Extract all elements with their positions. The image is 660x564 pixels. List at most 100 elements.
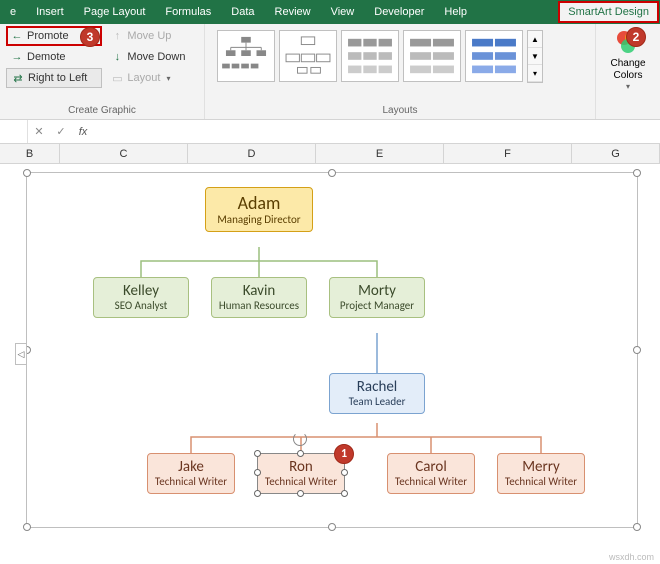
- layouts-group-label: Layouts: [211, 103, 589, 119]
- tab-formulas[interactable]: Formulas: [155, 0, 221, 24]
- resize-handle[interactable]: [633, 346, 641, 354]
- shape-handle[interactable]: [254, 469, 261, 476]
- right-to-left-button[interactable]: ⇄ Right to Left: [6, 68, 102, 88]
- tab-help[interactable]: Help: [434, 0, 477, 24]
- tab-insert[interactable]: Insert: [26, 0, 74, 24]
- rtl-icon: ⇄: [12, 72, 24, 85]
- layout-gallery-scroll[interactable]: ▲ ▼ ▾: [527, 30, 543, 83]
- org-node-merry[interactable]: Merry Technical Writer: [497, 453, 585, 494]
- layout-button: ▭ Layout: [106, 68, 198, 88]
- tab-developer[interactable]: Developer: [364, 0, 434, 24]
- node-name: Rachel: [336, 378, 418, 396]
- resize-handle[interactable]: [23, 169, 31, 177]
- org-node-adam[interactable]: Adam Managing Director: [205, 187, 313, 232]
- node-name: Ron: [264, 458, 338, 476]
- insert-function-button[interactable]: fx: [72, 120, 94, 143]
- tab-page-layout[interactable]: Page Layout: [74, 0, 156, 24]
- callout-badge-1: 1: [334, 444, 354, 464]
- org-node-rachel[interactable]: Rachel Team Leader: [329, 373, 425, 414]
- rtl-label: Right to Left: [28, 72, 87, 84]
- gallery-more-icon[interactable]: ▾: [528, 65, 542, 82]
- shape-handle[interactable]: [254, 490, 261, 497]
- column-header-F[interactable]: F: [444, 144, 572, 163]
- org-node-kavin[interactable]: Kavin Human Resources: [211, 277, 307, 318]
- resize-handle[interactable]: [633, 169, 641, 177]
- formula-cancel-button[interactable]: ✕: [28, 120, 50, 143]
- column-header-D[interactable]: D: [188, 144, 316, 163]
- node-name: Merry: [504, 458, 578, 476]
- node-name: Kelley: [100, 282, 182, 300]
- tab-data[interactable]: Data: [221, 0, 264, 24]
- gallery-scroll-up-icon[interactable]: ▲: [528, 31, 542, 48]
- node-name: Kavin: [218, 282, 300, 300]
- group-create-graphic: ← Promote 3 → Demote ⇄ Right to Left ↑ M…: [0, 24, 205, 119]
- layout-option-1[interactable]: [217, 30, 275, 82]
- formula-input[interactable]: [94, 120, 660, 143]
- layout-icon: ▭: [111, 72, 123, 85]
- layout-option-3[interactable]: [341, 30, 399, 82]
- shape-handle[interactable]: [254, 450, 261, 457]
- move-down-button[interactable]: ↓ Move Down: [106, 47, 198, 67]
- callout-badge-3: 3: [80, 27, 100, 47]
- shape-handle[interactable]: [341, 490, 348, 497]
- node-role: Technical Writer: [154, 476, 228, 489]
- change-colors-drop-icon: ▾: [626, 82, 630, 92]
- tab-file-fragment[interactable]: e: [0, 0, 26, 24]
- shape-handle[interactable]: [341, 469, 348, 476]
- node-name: Jake: [154, 458, 228, 476]
- resize-handle[interactable]: [328, 169, 336, 177]
- resize-handle[interactable]: [23, 523, 31, 531]
- tab-smartart-design[interactable]: SmartArt Design: [558, 1, 659, 23]
- demote-button[interactable]: → Demote: [6, 47, 102, 67]
- org-node-ron[interactable]: Ron Technical Writer 1: [257, 453, 345, 494]
- promote-button[interactable]: ← Promote 3: [6, 26, 102, 46]
- change-colors-label: Change Colors: [610, 58, 646, 82]
- layout-option-5[interactable]: [465, 30, 523, 82]
- layout-gallery[interactable]: ▲ ▼ ▾: [211, 26, 549, 103]
- resize-handle[interactable]: [328, 523, 336, 531]
- column-header-E[interactable]: E: [316, 144, 444, 163]
- smartart-container[interactable]: ◁ Adam Managing Director Kelley SEO Anal…: [26, 172, 638, 528]
- rotate-handle-icon[interactable]: [293, 432, 307, 446]
- org-node-jake[interactable]: Jake Technical Writer: [147, 453, 235, 494]
- resize-handle[interactable]: [633, 523, 641, 531]
- ribbon-body: ← Promote 3 → Demote ⇄ Right to Left ↑ M…: [0, 24, 660, 120]
- move-up-button: ↑ Move Up: [106, 26, 198, 46]
- node-role: Technical Writer: [264, 476, 338, 489]
- node-role: Team Leader: [336, 396, 418, 409]
- node-role: Technical Writer: [504, 476, 578, 489]
- column-header-C[interactable]: C: [60, 144, 188, 163]
- node-name: Carol: [394, 458, 468, 476]
- create-graphic-group-label: Create Graphic: [6, 103, 198, 119]
- move-up-label: Move Up: [127, 30, 171, 42]
- org-node-kelley[interactable]: Kelley SEO Analyst: [93, 277, 189, 318]
- node-role: SEO Analyst: [100, 300, 182, 313]
- watermark: wsxdh.com: [609, 552, 654, 562]
- move-up-arrow-icon: ↑: [111, 30, 123, 42]
- group-layouts: ▲ ▼ ▾ Layouts: [205, 24, 596, 119]
- promote-arrow-icon: ←: [11, 30, 23, 42]
- demote-arrow-icon: →: [11, 51, 23, 63]
- column-header-G[interactable]: G: [572, 144, 660, 163]
- layout-option-2[interactable]: [279, 30, 337, 82]
- formula-enter-button[interactable]: ✓: [50, 120, 72, 143]
- tab-view[interactable]: View: [321, 0, 365, 24]
- node-role: Human Resources: [218, 300, 300, 313]
- shape-handle[interactable]: [297, 490, 304, 497]
- layout-option-4[interactable]: [403, 30, 461, 82]
- org-node-carol[interactable]: Carol Technical Writer: [387, 453, 475, 494]
- node-role: Managing Director: [212, 214, 306, 227]
- move-down-arrow-icon: ↓: [111, 51, 123, 63]
- tab-review[interactable]: Review: [265, 0, 321, 24]
- node-name: Adam: [212, 192, 306, 214]
- shape-handle[interactable]: [297, 450, 304, 457]
- worksheet-canvas[interactable]: ◁ Adam Managing Director Kelley SEO Anal…: [0, 164, 660, 564]
- text-pane-toggle[interactable]: ◁: [15, 343, 27, 365]
- org-node-morty[interactable]: Morty Project Manager: [329, 277, 425, 318]
- node-role: Project Manager: [336, 300, 418, 313]
- demote-label: Demote: [27, 51, 66, 63]
- column-headers: BCDEFG: [0, 144, 660, 164]
- gallery-scroll-down-icon[interactable]: ▼: [528, 48, 542, 65]
- column-header-B[interactable]: B: [0, 144, 60, 163]
- name-box[interactable]: [0, 120, 28, 143]
